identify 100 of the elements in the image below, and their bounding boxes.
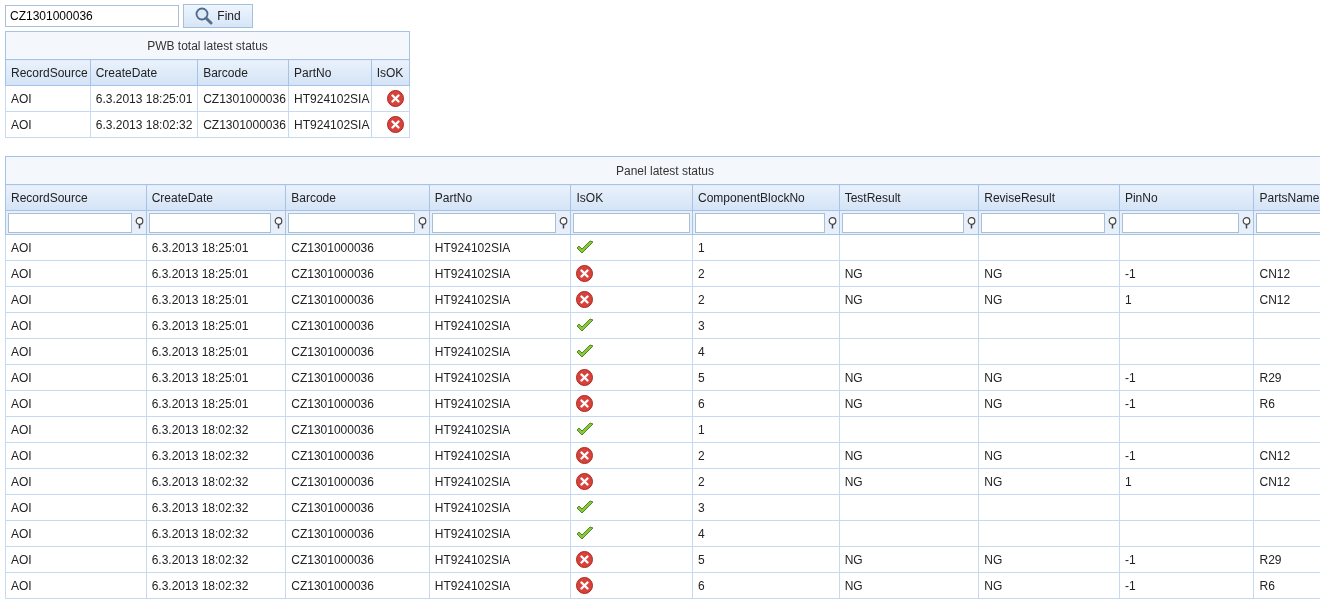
table-cell: AOI — [5, 85, 91, 112]
column-header[interactable]: TestResult — [839, 184, 979, 211]
error-icon — [387, 116, 404, 133]
table-cell: -1 — [1119, 572, 1254, 599]
checkmark-icon — [576, 526, 595, 542]
checkmark-icon — [576, 240, 595, 256]
table-cell: 2 — [692, 468, 840, 495]
filter-field[interactable] — [148, 212, 272, 233]
table-cell: 6.3.2013 18:25:01 — [146, 234, 286, 261]
column-header[interactable]: ComponentBlockNo — [692, 184, 840, 211]
table-cell: HT924102SIA — [288, 111, 372, 138]
table-cell: CZ1301000036 — [285, 468, 430, 495]
filter-icon[interactable] — [417, 216, 427, 229]
search-field[interactable]: CZ1301000036 — [5, 5, 179, 27]
table-cell: CZ1301000036 — [285, 234, 430, 261]
filter-field[interactable] — [288, 212, 415, 233]
column-header[interactable]: ReviseResult — [978, 184, 1120, 211]
error-icon — [576, 395, 594, 412]
table-cell: HT924102SIA — [429, 572, 571, 599]
table-cell: 4 — [692, 520, 840, 547]
table-cell: NG — [978, 572, 1120, 599]
filter-field[interactable] — [695, 212, 825, 233]
filter-field[interactable] — [841, 212, 965, 233]
table-cell: CZ1301000036 — [197, 85, 289, 112]
table-cell: -1 — [1119, 364, 1254, 391]
table-cell: 6.3.2013 18:25:01 — [146, 260, 286, 287]
filter-icon[interactable] — [559, 216, 569, 229]
filter-field[interactable] — [8, 212, 132, 233]
search-icon — [195, 7, 214, 25]
table-cell: 5 — [692, 364, 840, 391]
table-cell: 6.3.2013 18:25:01 — [146, 390, 286, 417]
table-cell: CZ1301000036 — [285, 338, 430, 365]
table-cell: HT924102SIA — [429, 260, 571, 287]
filter-icon[interactable] — [827, 216, 837, 229]
table-cell: AOI — [5, 390, 147, 417]
column-header[interactable]: CreateDate — [146, 184, 286, 211]
table-cell: CZ1301000036 — [285, 286, 430, 313]
table-cell: NG — [978, 390, 1120, 417]
table-cell: AOI — [5, 416, 147, 443]
table-cell: 6.3.2013 18:02:32 — [146, 494, 286, 521]
filter-field[interactable] — [1121, 212, 1240, 233]
filter-icon[interactable] — [967, 216, 977, 229]
table-cell: CZ1301000036 — [285, 442, 430, 469]
table-cell: 1 — [692, 234, 840, 261]
table-cell: AOI — [5, 338, 147, 365]
column-header[interactable]: RecordSource — [5, 184, 147, 211]
error-icon — [576, 369, 594, 386]
table-title: Panel latest status — [5, 156, 1320, 185]
column-header[interactable]: PartNo — [288, 59, 372, 86]
table-cell: 6.3.2013 18:02:32 — [146, 572, 286, 599]
table-cell: NG — [839, 442, 979, 469]
table-cell: 3 — [692, 312, 840, 339]
column-header[interactable]: RecordSource — [5, 59, 91, 86]
table-cell: HT924102SIA — [429, 468, 571, 495]
table-cell: 2 — [692, 260, 840, 287]
table-cell: 1 — [1119, 468, 1254, 495]
filter-field[interactable] — [981, 212, 1105, 233]
column-header[interactable]: IsOK — [571, 184, 693, 211]
error-icon — [576, 447, 594, 464]
checkmark-icon — [576, 318, 595, 334]
table-cell: NG — [839, 546, 979, 573]
table-cell: 2 — [692, 442, 840, 469]
filter-icon[interactable] — [1107, 216, 1117, 229]
table-cell: AOI — [5, 111, 91, 138]
column-header[interactable]: PartNo — [429, 184, 571, 211]
table-cell: AOI — [5, 312, 147, 339]
table-cell: 6.3.2013 18:02:32 — [146, 416, 286, 443]
table-cell: HT924102SIA — [429, 338, 571, 365]
table-cell: -1 — [1119, 546, 1254, 573]
column-header[interactable]: Barcode — [285, 184, 430, 211]
filter-field[interactable] — [431, 212, 557, 233]
table-cell: HT924102SIA — [429, 546, 571, 573]
table-cell: 6.3.2013 18:02:32 — [146, 546, 286, 573]
table-cell: 3 — [692, 494, 840, 521]
table-cell: AOI — [5, 234, 147, 261]
table-cell: AOI — [5, 520, 147, 547]
column-header[interactable]: PinNo — [1119, 184, 1254, 211]
table-cell: NG — [978, 468, 1120, 495]
error-icon — [387, 90, 404, 107]
checkmark-icon — [576, 344, 595, 360]
table-cell: HT924102SIA — [429, 364, 571, 391]
column-header[interactable]: CreateDate — [90, 59, 198, 86]
table-cell: 6.3.2013 18:02:32 — [146, 442, 286, 469]
table-cell: HT924102SIA — [429, 416, 571, 443]
filter-icon[interactable] — [1242, 216, 1252, 229]
find-button[interactable]: Find — [183, 4, 253, 28]
table-cell: 5 — [692, 546, 840, 573]
table-cell: HT924102SIA — [429, 234, 571, 261]
filter-icon[interactable] — [134, 216, 144, 229]
table-cell: HT924102SIA — [429, 286, 571, 313]
table-cell: 1 — [1119, 286, 1254, 313]
table-cell: CZ1301000036 — [285, 572, 430, 599]
table-cell: 6.3.2013 18:02:32 — [146, 520, 286, 547]
column-header[interactable]: Barcode — [197, 59, 289, 86]
table-title: PWB total latest status — [5, 31, 410, 60]
filter-icon[interactable] — [274, 216, 284, 229]
table-cell: AOI — [5, 546, 147, 573]
table-cell: HT924102SIA — [288, 85, 372, 112]
table-cell: HT924102SIA — [429, 442, 571, 469]
table-cell: HT924102SIA — [429, 494, 571, 521]
